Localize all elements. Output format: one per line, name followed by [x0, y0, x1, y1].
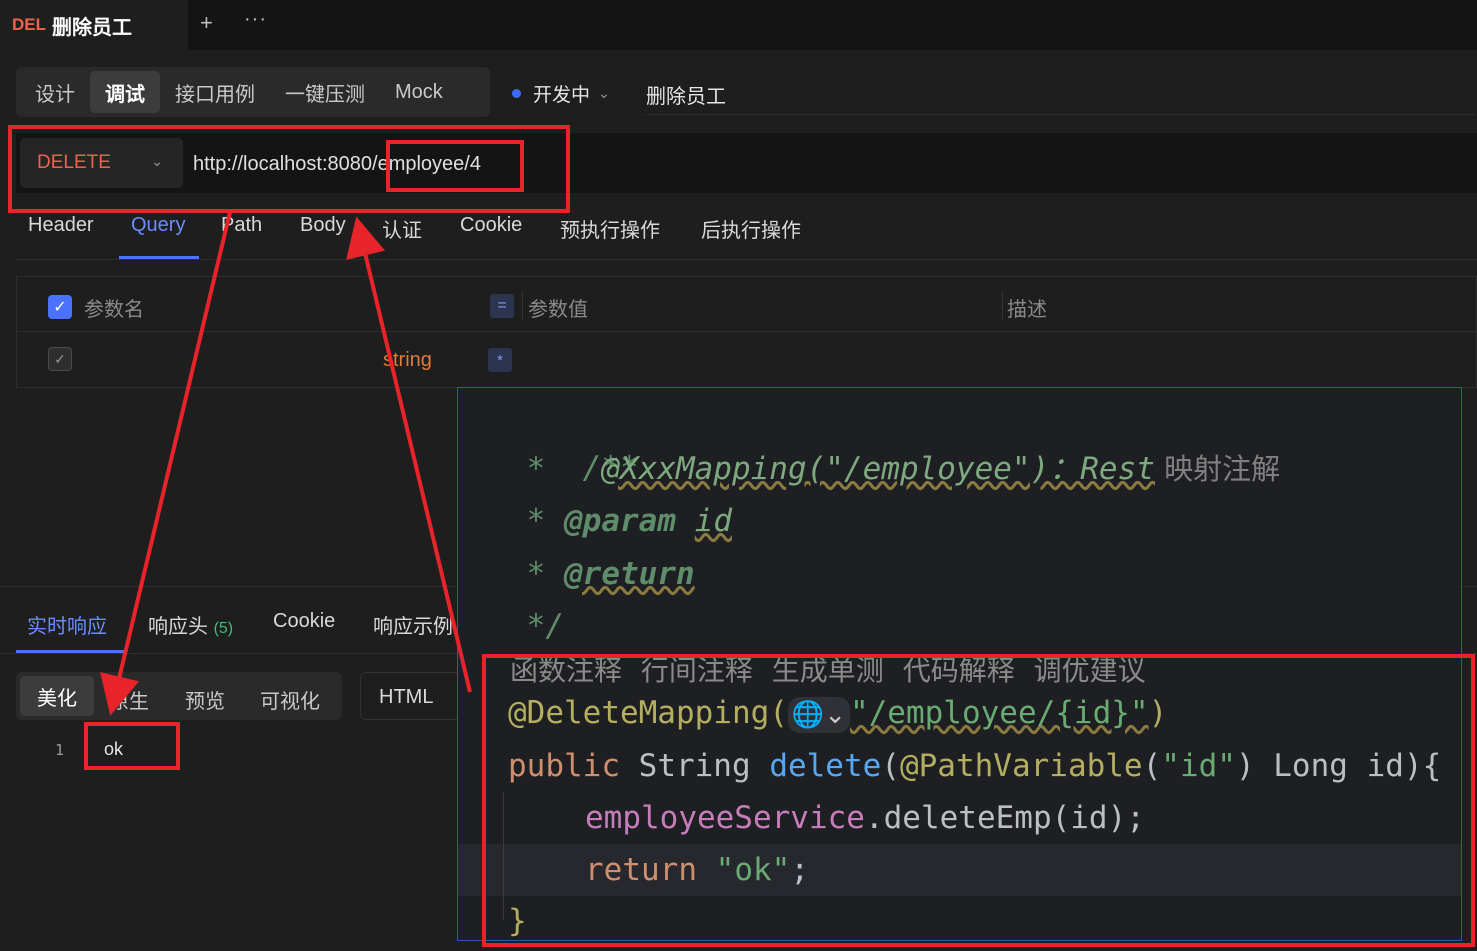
mode-design[interactable]: 设计: [20, 71, 90, 113]
select-all-checkbox[interactable]: ✓: [48, 295, 72, 319]
tab-cookie[interactable]: Cookie: [460, 214, 522, 237]
api-name-field[interactable]: 删除员工: [646, 80, 726, 109]
row-checkbox[interactable]: ✓: [48, 347, 72, 371]
doc-tag: @param: [564, 503, 676, 539]
status-dropdown[interactable]: 开发中 ⌄: [512, 80, 610, 107]
add-tab-icon[interactable]: +: [200, 10, 213, 36]
view-pretty[interactable]: 美化: [20, 676, 94, 716]
col-param-value: 参数值: [528, 299, 588, 321]
doc-tag: @return: [564, 556, 695, 592]
tab-pre-script[interactable]: 预执行操作: [560, 214, 660, 243]
doc-comment: */: [508, 608, 564, 644]
equals-icon[interactable]: =: [490, 294, 514, 318]
tab-bar: DEL 删除员工 + ···: [0, 0, 1477, 50]
response-headers-count: (5): [213, 620, 234, 637]
status-label: 开发中: [533, 85, 591, 106]
active-tab-indicator: [119, 256, 199, 259]
mode-mock[interactable]: Mock: [380, 71, 458, 113]
query-param-table: ✓ 参数名 = 参数值 描述 ✓ string *: [16, 276, 1477, 388]
doc-comment-text: @XxxMapping("/employee")：Rest: [601, 451, 1155, 487]
mode-api-cases[interactable]: 接口用例: [160, 71, 270, 113]
col-description: 描述: [1007, 299, 1047, 321]
doc-comment: *: [508, 451, 602, 487]
table-header: ✓ 参数名 = 参数值 描述: [17, 277, 1476, 332]
highlight-path-box: [386, 140, 524, 192]
tab-response-cookie[interactable]: Cookie: [273, 610, 335, 633]
column-divider[interactable]: [1002, 291, 1003, 319]
more-icon[interactable]: ···: [244, 8, 267, 31]
col-param-name: 参数名: [84, 299, 144, 321]
doc-comment: *: [508, 556, 564, 592]
tab-body[interactable]: Body: [300, 214, 346, 237]
chevron-down-icon: ⌄: [598, 85, 610, 101]
line-number: 1: [55, 741, 65, 759]
highlight-response-box: [84, 722, 180, 770]
mode-switcher: 设计 调试 接口用例 一键压测 Mock: [16, 67, 490, 117]
code-line: * @return: [508, 548, 695, 600]
param-type-select[interactable]: string: [383, 349, 432, 372]
tab-method-badge: DEL: [12, 15, 46, 34]
view-preview[interactable]: 预览: [185, 685, 225, 714]
code-line: * @param id: [508, 495, 732, 547]
tab-live-response[interactable]: 实时响应: [27, 610, 107, 639]
code-line: * @XxxMapping("/employee")：Rest 映射注解: [508, 443, 1280, 495]
tab-path[interactable]: Path: [221, 214, 262, 237]
tab-response-example[interactable]: 响应示例: [373, 610, 453, 639]
column-divider[interactable]: [522, 291, 523, 319]
status-dot-icon: [512, 89, 521, 98]
view-visual[interactable]: 可视化: [260, 685, 320, 714]
divider: [646, 114, 1476, 115]
tab-header[interactable]: Header: [28, 214, 94, 237]
required-star-icon[interactable]: *: [488, 348, 512, 372]
doc-param: id: [694, 503, 732, 539]
doc-comment: *: [508, 503, 564, 539]
request-tab[interactable]: DEL 删除员工: [0, 0, 188, 50]
tab-auth[interactable]: 认证: [382, 214, 422, 243]
code-line: /**: [508, 390, 639, 486]
highlight-code-box: [482, 654, 1475, 947]
tab-post-script[interactable]: 后执行操作: [701, 214, 801, 243]
format-select[interactable]: HTML: [360, 672, 460, 720]
mode-stress-test[interactable]: 一键压测: [270, 71, 380, 113]
doc-comment-cn: 映射注解: [1154, 452, 1281, 486]
tab-query[interactable]: Query: [131, 214, 185, 237]
response-headers-label: 响应头: [148, 616, 208, 638]
mode-debug[interactable]: 调试: [90, 71, 160, 113]
tab-response-headers[interactable]: 响应头 (5): [148, 610, 233, 639]
view-raw[interactable]: 原生: [109, 685, 149, 714]
tab-title: 删除员工: [52, 16, 132, 39]
view-mode-switcher: 美化 原生 预览 可视化: [16, 672, 342, 720]
